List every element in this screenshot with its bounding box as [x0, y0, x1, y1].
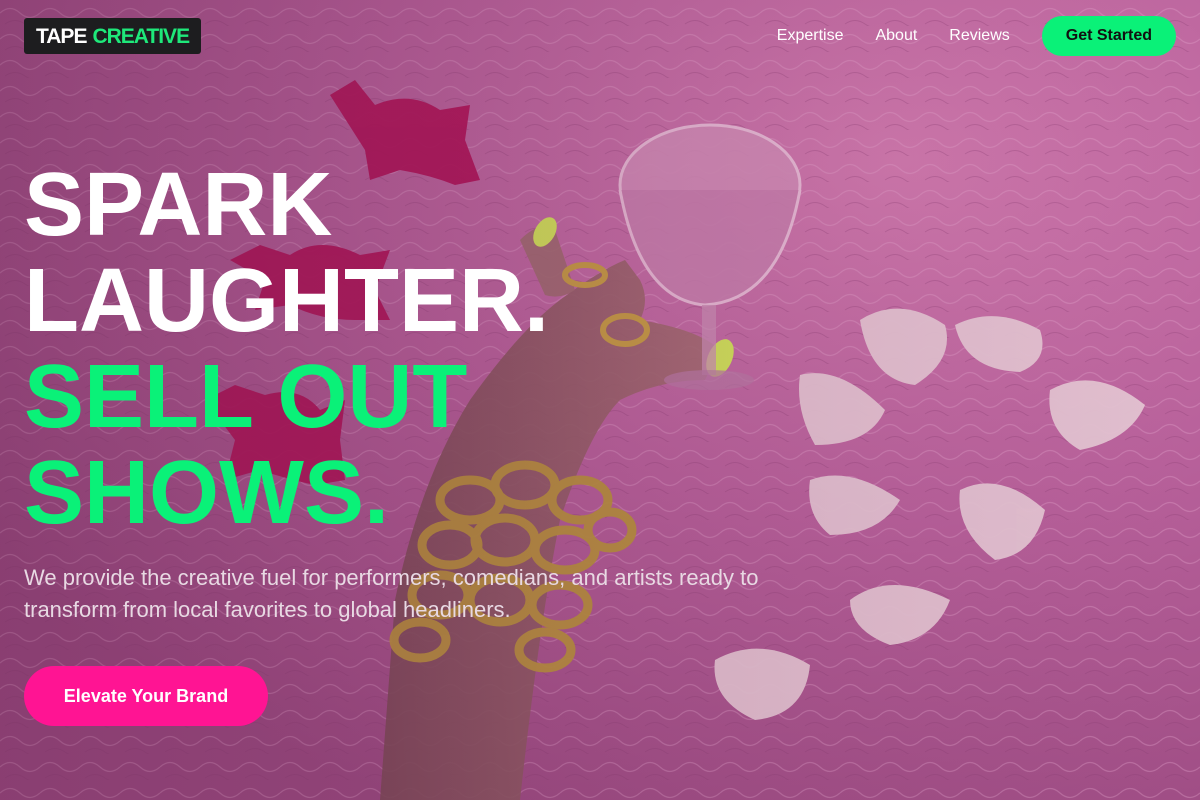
headline-line-2: LAUGHTER.: [24, 251, 549, 351]
headline-line-4: SHOWS.: [24, 443, 390, 543]
hero-section: TAPE CREATIVE Expertise About Reviews Ge…: [0, 0, 1200, 800]
main-nav: Expertise About Reviews Get Started: [777, 16, 1176, 56]
nav-link-expertise[interactable]: Expertise: [777, 27, 844, 45]
nav-link-about[interactable]: About: [875, 27, 917, 45]
headline-line-1: SPARK: [24, 155, 333, 255]
hero-headline: SPARK LAUGHTER. SELL OUT SHOWS.: [24, 157, 549, 541]
get-started-button[interactable]: Get Started: [1041, 16, 1176, 56]
headline-line-3: SELL OUT: [24, 347, 468, 447]
logo-word-creative: CREATIVE: [92, 24, 190, 48]
elevate-your-brand-button[interactable]: Elevate Your Brand: [24, 666, 268, 726]
brand-logo[interactable]: TAPE CREATIVE: [24, 18, 202, 54]
nav-link-reviews[interactable]: Reviews: [949, 27, 1009, 45]
logo-word-tape: TAPE: [36, 24, 87, 48]
hero-subtext: We provide the creative fuel for perform…: [24, 565, 759, 622]
